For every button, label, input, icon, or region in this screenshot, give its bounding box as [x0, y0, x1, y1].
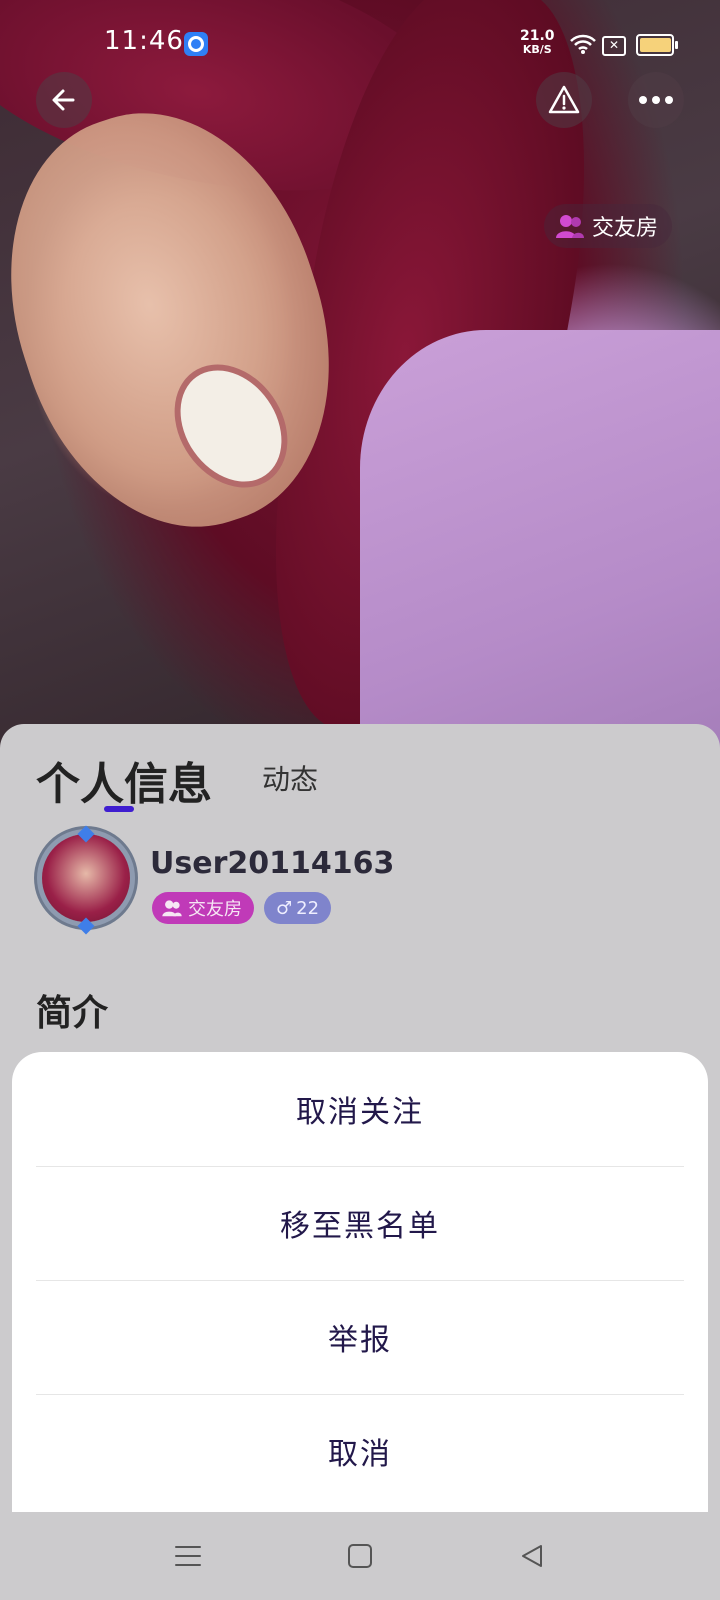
network-speed-value: 21.0	[520, 28, 555, 44]
male-icon: ♂	[276, 897, 293, 919]
gender-age-badge: ♂ 22	[264, 892, 332, 924]
menu-icon[interactable]	[168, 1536, 208, 1576]
more-options-button[interactable]	[628, 72, 684, 128]
age-value: 22	[296, 897, 320, 919]
room-badge: 交友房	[152, 892, 254, 924]
intro-heading: 简介	[36, 993, 109, 1034]
cancel-button[interactable]: 取消	[36, 1394, 684, 1508]
profile-cover-photo	[0, 0, 720, 760]
active-tab-indicator	[104, 806, 134, 812]
tab-profile-info[interactable]: 个人信息	[36, 748, 212, 812]
room-chip[interactable]: 交友房	[544, 204, 673, 248]
status-time: 11:46	[104, 26, 184, 56]
network-speed: 21.0 KB/S	[520, 28, 555, 56]
system-nav-bar	[0, 1512, 720, 1600]
blacklist-button[interactable]: 移至黑名单	[36, 1166, 684, 1281]
room-badge-label: 交友房	[188, 899, 242, 920]
people-icon	[162, 900, 182, 917]
people-icon	[556, 215, 584, 238]
unfollow-button[interactable]: 取消关注	[36, 1052, 684, 1167]
action-sheet: 取消关注 移至黑名单 举报 取消	[12, 1052, 708, 1512]
wifi-icon	[570, 34, 596, 58]
back-triangle-icon[interactable]	[512, 1536, 552, 1576]
back-button[interactable]	[36, 72, 92, 128]
warning-icon	[548, 85, 580, 114]
home-square-icon[interactable]	[340, 1536, 380, 1576]
ellipsis-icon	[639, 96, 673, 104]
status-bar: 11:46 21.0 KB/S ✕	[0, 0, 720, 88]
app-notification-icon	[184, 32, 208, 56]
username: User20114163	[150, 846, 395, 881]
battery-level-fill	[640, 38, 671, 52]
room-chip-label: 交友房	[592, 216, 659, 241]
tab-moments[interactable]: 动态	[262, 758, 318, 798]
arrow-left-icon	[52, 89, 75, 111]
battery-icon	[636, 34, 678, 56]
cover-shirt-shape	[360, 330, 720, 760]
report-option-button[interactable]: 举报	[36, 1280, 684, 1395]
no-sim-icon: ✕	[602, 36, 626, 56]
network-speed-unit: KB/S	[522, 43, 552, 56]
report-button[interactable]	[536, 72, 592, 128]
avatar[interactable]	[42, 834, 130, 922]
